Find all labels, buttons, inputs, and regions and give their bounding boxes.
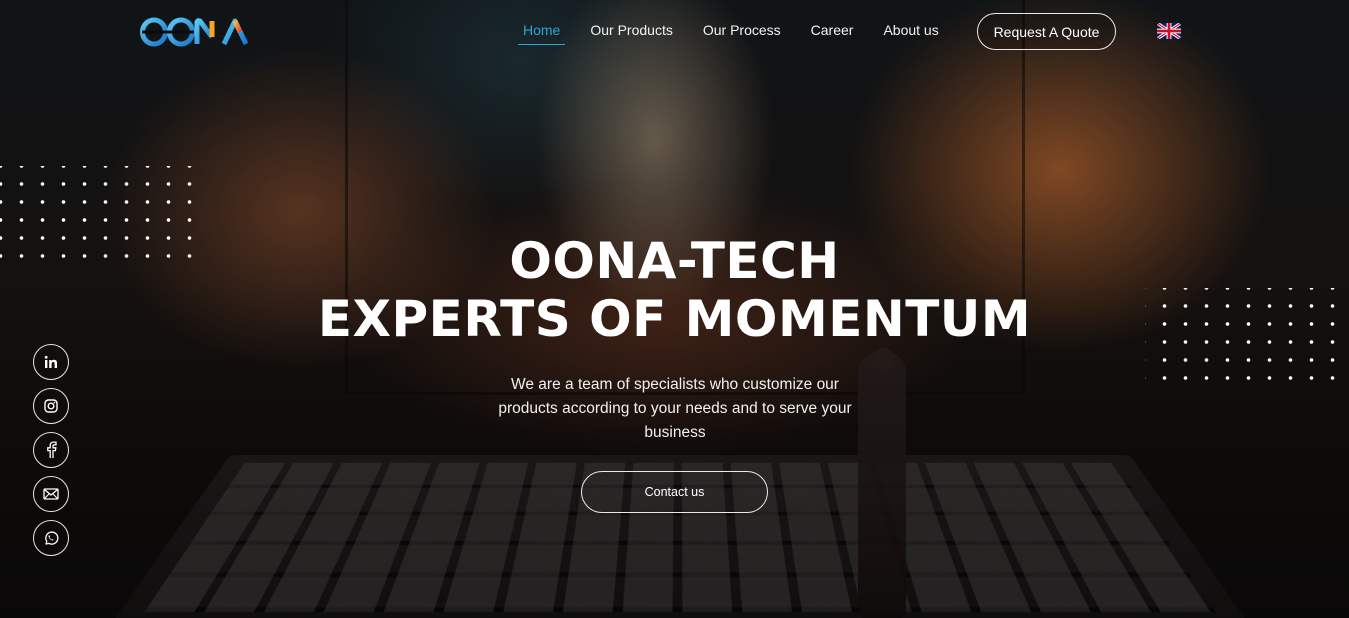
hero-title: OONA-TECH EXPERTS OF MOMENTUM xyxy=(0,230,1349,350)
hero-subtitle: We are a team of specialists who customi… xyxy=(480,373,870,445)
main-nav: Home Our Products Our Process Career Abo… xyxy=(518,19,964,45)
email-button[interactable] xyxy=(33,476,69,512)
facebook-button[interactable] xyxy=(33,432,69,468)
facebook-icon xyxy=(45,441,57,459)
mail-icon xyxy=(43,488,59,500)
uk-flag-icon[interactable] xyxy=(1157,23,1181,39)
instagram-button[interactable] xyxy=(33,388,69,424)
nav-our-products[interactable]: Our Products xyxy=(585,19,677,45)
request-quote-button[interactable]: Request A Quote xyxy=(977,13,1116,50)
nav-career[interactable]: Career xyxy=(806,19,859,45)
instagram-icon xyxy=(44,399,58,413)
hero-title-line-1: OONA-TECH xyxy=(0,230,1349,292)
whatsapp-icon xyxy=(43,530,59,546)
oona-logo[interactable] xyxy=(140,15,258,49)
whatsapp-button[interactable] xyxy=(33,520,69,556)
nav-home[interactable]: Home xyxy=(518,19,565,45)
nav-our-process[interactable]: Our Process xyxy=(698,19,786,45)
contact-us-button[interactable]: Contact us xyxy=(581,471,768,513)
linkedin-icon xyxy=(44,355,58,369)
hero-title-line-2: EXPERTS OF MOMENTUM xyxy=(0,288,1349,350)
nav-about-us[interactable]: About us xyxy=(878,19,943,45)
